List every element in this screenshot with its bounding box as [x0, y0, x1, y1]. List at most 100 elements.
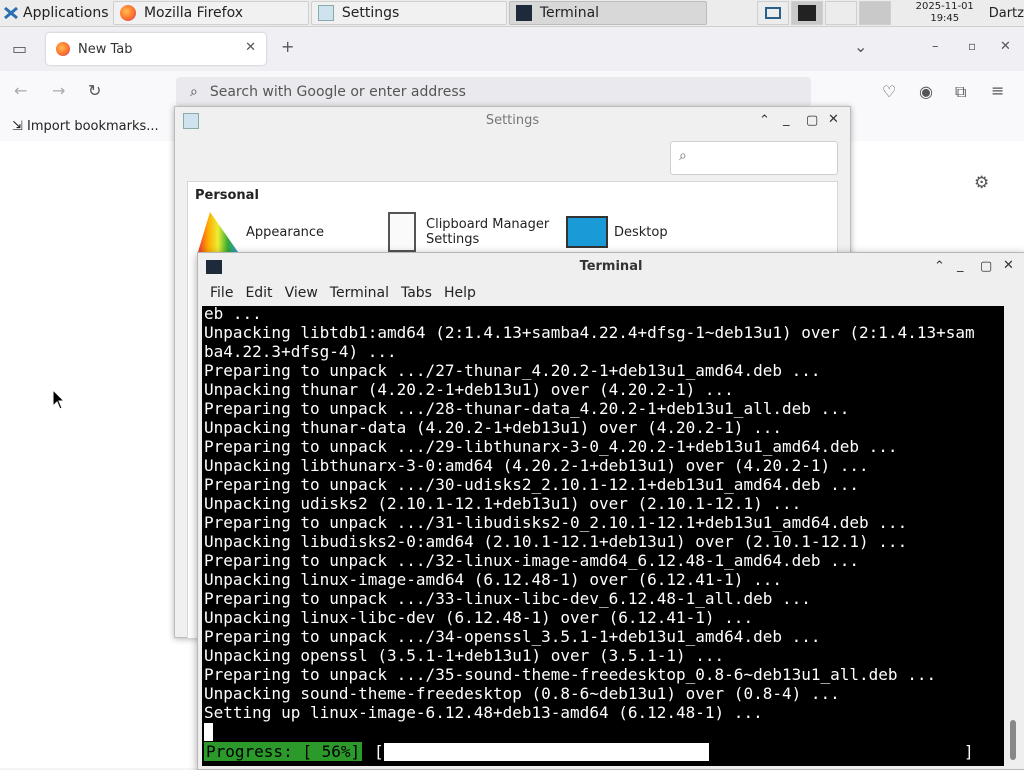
terminal-cursor: [204, 723, 213, 741]
terminal-line: Unpacking thunar (4.20.2-1+deb13u1) over…: [204, 380, 734, 399]
taskbar-settings-label: Settings: [341, 5, 400, 21]
terminal-line: Unpacking linux-image-amd64 (6.12.48-1) …: [204, 570, 782, 589]
progress-bracket-open: [: [374, 742, 384, 761]
address-placeholder: Search with Google or enter address: [209, 84, 466, 100]
top-panel: Applications Mozilla Firefox Settings Te…: [0, 0, 1024, 27]
terminal-line: Unpacking libtdb1:amd64 (2:1.4.13+samba4…: [204, 323, 975, 342]
terminal-line: Unpacking udisks2 (2.10.1-12.1+deb13u1) …: [204, 494, 802, 513]
settings-item-appearance[interactable]: Appearance: [198, 210, 378, 254]
terminal-line: Preparing to unpack .../28-thunar-data_4…: [204, 399, 850, 418]
terminal-line: Preparing to unpack .../32-linux-image-a…: [204, 551, 860, 570]
terminal-title: Terminal: [579, 259, 643, 274]
terminal-line: Preparing to unpack .../30-udisks2_2.10.…: [204, 475, 860, 494]
settings-close-icon[interactable]: ✕: [828, 112, 839, 127]
progress-row: Progress: [ 56%] [ ]: [202, 742, 1004, 762]
clock-date: 2025-11-01: [915, 1, 974, 12]
clipboard-label: Clipboard Manager Settings: [426, 217, 550, 247]
workspace-3-button[interactable]: [824, 1, 857, 25]
import-bookmarks-link[interactable]: ⇲ Import bookmarks...: [12, 119, 159, 134]
applications-menu[interactable]: Applications: [0, 0, 111, 26]
close-tab-icon[interactable]: ✕: [245, 40, 256, 55]
menu-view[interactable]: View: [285, 285, 318, 301]
maximize-icon[interactable]: ▫: [968, 39, 976, 53]
desktop-label: Desktop: [614, 224, 668, 240]
tab-new-tab[interactable]: New Tab ✕: [46, 33, 266, 65]
terminal-line: Unpacking openssl (3.5.1-1+deb13u1) over…: [204, 646, 725, 665]
tab-list-icon[interactable]: ▭: [12, 39, 27, 58]
taskbar-settings[interactable]: Settings: [310, 1, 507, 25]
workspace-2-button[interactable]: [790, 1, 823, 25]
settings-search-input[interactable]: ⌕: [670, 141, 838, 175]
terminal-window: Terminal ⌃ _ ▢ ✕ File Edit View Terminal…: [197, 252, 1024, 770]
clipboard-icon: [388, 212, 416, 252]
user-menu[interactable]: Dartz: [989, 6, 1024, 21]
settings-item-clipboard[interactable]: Clipboard Manager Settings: [388, 210, 563, 254]
workspace-4-button[interactable]: [858, 1, 891, 25]
customize-gear-icon[interactable]: ⚙: [974, 173, 989, 193]
terminal-line: Preparing to unpack .../35-sound-theme-f…: [204, 665, 937, 684]
close-window-icon[interactable]: ✕: [1000, 39, 1011, 54]
address-bar[interactable]: ⌕ Search with Google or enter address: [176, 77, 811, 107]
tab-title: New Tab: [78, 41, 133, 57]
terminal-line: Unpacking libudisks2-0:amd64 (2.10.1-12.…: [204, 532, 908, 551]
menu-file[interactable]: File: [210, 285, 233, 301]
import-icon: ⇲: [12, 119, 23, 134]
account-icon[interactable]: ◉: [919, 82, 933, 101]
reload-icon[interactable]: ↻: [88, 81, 101, 100]
taskbar-firefox[interactable]: Mozilla Firefox: [112, 1, 309, 25]
search-icon: ⌕: [190, 84, 198, 100]
progress-bar-fill: [384, 743, 709, 761]
settings-app-icon: [317, 5, 334, 21]
terminal-maximize-icon[interactable]: ▢: [980, 259, 992, 274]
settings-title: Settings: [485, 113, 540, 128]
firefox-icon: [119, 5, 136, 21]
terminal-minimize-icon[interactable]: _: [957, 258, 964, 273]
settings-minimize-icon[interactable]: _: [783, 112, 790, 127]
terminal-line: Setting up linux-image-6.12.48+deb13-amd…: [204, 703, 763, 722]
terminal-shade-icon[interactable]: ⌃: [934, 259, 945, 274]
desktop-monitor-icon: [566, 216, 608, 248]
menu-help[interactable]: Help: [444, 285, 476, 301]
settings-maximize-icon[interactable]: ▢: [806, 113, 818, 128]
menu-tabs[interactable]: Tabs: [401, 285, 432, 301]
terminal-line: Unpacking thunar-data (4.20.2-1+deb13u1)…: [204, 418, 782, 437]
workspace-1-button[interactable]: [756, 1, 789, 25]
chevron-down-icon[interactable]: ⌄: [854, 37, 867, 56]
minimize-icon[interactable]: –: [932, 39, 939, 54]
terminal-screen[interactable]: eb ... Unpacking libtdb1:amd64 (2:1.4.13…: [202, 306, 1004, 766]
appearance-label: Appearance: [246, 224, 325, 240]
forward-arrow-icon[interactable]: →: [52, 81, 65, 100]
extensions-icon[interactable]: ⧉: [955, 82, 966, 102]
clock[interactable]: 2025-11-01 19:45: [905, 1, 985, 25]
import-bookmarks-label: Import bookmarks...: [27, 119, 159, 134]
terminal-menubar: File Edit View Terminal Tabs Help: [198, 281, 1024, 305]
terminal-app-icon: [515, 5, 532, 21]
progress-label: Progress: [ 56%]: [204, 742, 363, 761]
hamburger-menu-icon[interactable]: ≡: [991, 81, 1004, 100]
applications-label: Applications: [23, 5, 109, 21]
settings-shade-icon[interactable]: ⌃: [759, 113, 770, 128]
mouse-cursor-icon: [52, 389, 66, 410]
terminal-scrollbar-thumb[interactable]: [1010, 720, 1016, 760]
terminal-output: eb ... Unpacking libtdb1:amd64 (2:1.4.13…: [202, 306, 975, 722]
settings-item-desktop[interactable]: Desktop: [566, 210, 716, 254]
menu-edit[interactable]: Edit: [245, 285, 272, 301]
back-arrow-icon[interactable]: ←: [14, 81, 27, 100]
terminal-close-icon[interactable]: ✕: [1003, 258, 1014, 273]
new-tab-plus-icon[interactable]: +: [281, 37, 294, 56]
appearance-icon: [198, 212, 238, 252]
terminal-scrollbar[interactable]: [1006, 306, 1020, 766]
pocket-icon[interactable]: ♡: [882, 82, 896, 101]
settings-section-heading: Personal: [195, 188, 259, 203]
terminal-line: Preparing to unpack .../29-libthunarx-3-…: [204, 437, 898, 456]
progress-bracket-close: ]: [964, 742, 974, 761]
taskbar-terminal[interactable]: Terminal: [508, 1, 707, 25]
taskbar-terminal-label: Terminal: [539, 5, 600, 21]
xfce-logo-icon: [4, 6, 18, 20]
settings-search-icon: ⌕: [679, 148, 687, 164]
menu-terminal[interactable]: Terminal: [330, 285, 389, 301]
terminal-line: Unpacking linux-libc-dev (6.12.48-1) ove…: [204, 608, 754, 627]
taskbar-firefox-label: Mozilla Firefox: [143, 5, 243, 21]
terminal-line: eb ...: [204, 306, 262, 323]
clock-time: 19:45: [930, 13, 960, 24]
